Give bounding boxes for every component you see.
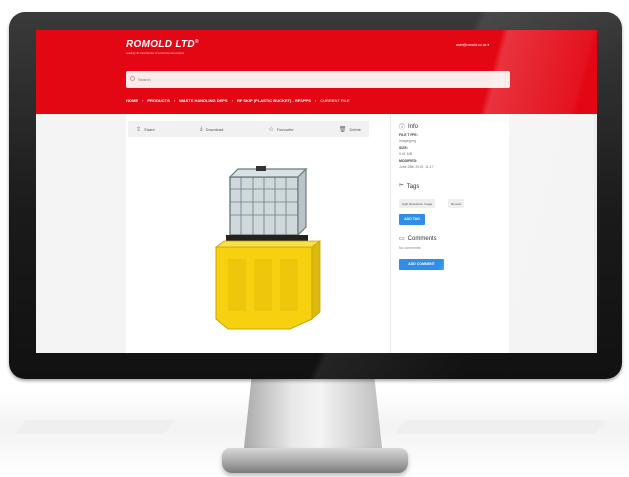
add-tag-button[interactable]: ADD TAG [399, 214, 425, 225]
ibc-cap [256, 166, 266, 171]
scrollbar[interactable] [594, 114, 597, 353]
no-comments-text: No comments [399, 246, 421, 250]
tags-heading: ⌲ Tags [399, 183, 419, 190]
download-button[interactable]: ⤓ Download [200, 126, 223, 133]
ibc-cage-top [228, 168, 308, 178]
bund-panel [280, 259, 298, 311]
breadcrumb-product[interactable]: RF SKIP (PLASTIC BUCKET) - RFSPPS [237, 98, 311, 103]
download-icon: ⤓ [199, 125, 203, 132]
site-header: ROMOLD LTD® Leading UK manufacturer of e… [36, 30, 597, 114]
breadcrumb-separator: › [314, 98, 317, 103]
share-icon: ⇪ [136, 126, 142, 133]
size-value: 0.41 MB [399, 152, 413, 156]
search-icon [130, 76, 135, 81]
tags-title: Tags [406, 183, 420, 190]
comments-heading: ▭ Comments [399, 235, 437, 243]
info-icon: ⓘ [399, 125, 406, 131]
monitor-stand-base [222, 448, 408, 473]
user-menu[interactable]: user@romold.co.uk ▾ [456, 43, 489, 47]
monitor-stand-neck [243, 379, 383, 457]
favourite-button[interactable]: ☆ Favourite [269, 126, 294, 133]
breadcrumb-separator: › [173, 98, 176, 103]
tag-chip[interactable]: Romold [448, 199, 465, 208]
brand-name: ROMOLD LTD [126, 39, 195, 50]
file-type-value: image/jpeg [399, 139, 417, 143]
screen: ROMOLD LTD® Leading UK manufacturer of e… [36, 30, 597, 353]
share-label: Share [144, 126, 155, 132]
breadcrumb-home[interactable]: HOME [126, 98, 138, 103]
size-label: SIZE: [399, 146, 408, 150]
bund-panel [228, 259, 246, 311]
trash-icon: 🗑 [338, 126, 347, 133]
delete-label: Delete [349, 126, 361, 132]
info-title: Info [408, 123, 419, 130]
bund-side [311, 240, 321, 320]
brand-tagline: Leading UK manufacturer of environmental… [126, 52, 184, 55]
floor-stripe [14, 420, 176, 434]
modified-label: MODIFIED: [399, 159, 418, 163]
share-button[interactable]: ⇪ Share [136, 126, 155, 133]
star-icon: ☆ [268, 126, 274, 133]
image-preview [128, 137, 369, 351]
brand-mark: ® [194, 39, 199, 45]
tag-chip[interactable]: High Resolution Image [399, 199, 436, 208]
info-heading: ⓘ Info [399, 122, 419, 132]
breadcrumb-category[interactable]: WASTE HANDLING DEPS [179, 98, 227, 103]
file-type-label: FILE TYPE: [399, 133, 418, 137]
favourite-label: Favourite [276, 126, 294, 132]
ibc-cage-side [297, 167, 307, 237]
floor-stripe [394, 420, 606, 434]
tag-icon: ⌲ [399, 183, 404, 189]
details-panel: ⓘ Info FILE TYPE: image/jpeg SIZE: 0.41 … [390, 114, 509, 353]
file-view: ⇪ Share ⤓ Download ☆ Favourite 🗑 Delete [126, 114, 509, 353]
modified-value: June 28th 2019, 11:17 [399, 165, 434, 169]
breadcrumb-current: CURRENT FILE [320, 98, 350, 103]
file-toolbar: ⇪ Share ⤓ Download ☆ Favourite 🗑 Delete [128, 121, 369, 137]
brand-logo[interactable]: ROMOLD LTD® [126, 39, 199, 50]
breadcrumb-separator: › [231, 98, 233, 103]
search-bar[interactable] [126, 71, 510, 88]
breadcrumb: HOME › PRODUCTS › WASTE HANDLING DEPS › … [126, 98, 350, 103]
search-input[interactable] [138, 76, 438, 83]
comments-title: Comments [407, 235, 437, 242]
delete-button[interactable]: 🗑 Delete [339, 126, 361, 133]
add-comment-button[interactable]: ADD COMMENT [399, 259, 444, 270]
bund-panel [254, 259, 272, 311]
download-label: Download [205, 126, 224, 132]
breadcrumb-products[interactable]: PRODUCTS [147, 98, 169, 103]
breadcrumb-separator: › [142, 98, 144, 103]
bund-rim [214, 240, 322, 248]
comment-icon: ▭ [399, 236, 405, 242]
ibc-tank-image [214, 166, 322, 330]
